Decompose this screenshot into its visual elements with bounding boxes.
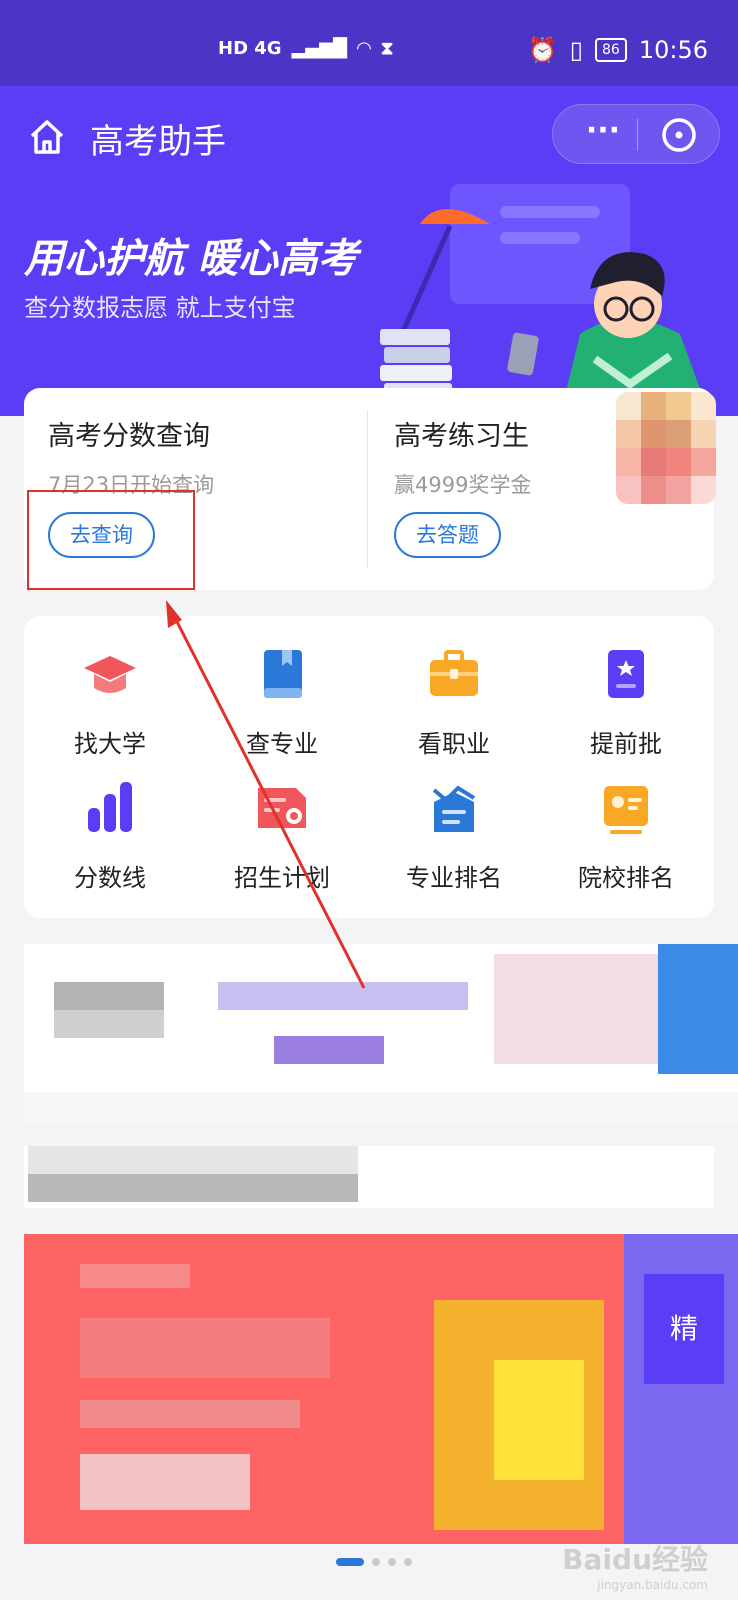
- certificate-scroll-icon: [608, 650, 644, 698]
- mini-app-capsule: ···: [552, 104, 720, 164]
- hero-banner: 高考助手 ··· 用心护航 暖心高考 查分数报志愿 就上支付宝: [0, 86, 738, 416]
- briefcase-icon: [430, 650, 478, 696]
- status-icons-right: ⏰ ▯ 86 10:56: [528, 36, 708, 64]
- mini-app-navbar: 高考助手 ···: [0, 86, 738, 186]
- watermark-brand: Baidu经验: [562, 1543, 708, 1576]
- ranking-icon: [432, 785, 476, 832]
- page-title: 高考助手: [90, 122, 226, 162]
- feature-enrollment-plan[interactable]: 招生计划: [196, 778, 368, 893]
- book-icon: [264, 650, 302, 698]
- score-query-entry[interactable]: 高考分数查询 7月23日开始查询: [48, 414, 214, 499]
- status-bar: HD 4G ▂▄▆█ ◠ ⧗ ⏰ ▯ 86 10:56: [0, 0, 738, 86]
- blurred-section-title: [24, 1146, 714, 1208]
- go-answer-button[interactable]: 去答题: [394, 512, 501, 558]
- network-indicator: HD 4G: [218, 38, 282, 59]
- wifi-icon: ◠: [356, 38, 371, 59]
- id-card-icon: [604, 786, 648, 834]
- feature-label: 专业排名: [406, 864, 502, 892]
- feature-find-major[interactable]: 查专业: [196, 644, 368, 759]
- status-icons-left: HD 4G ▂▄▆█ ◠ ⧗: [218, 38, 393, 59]
- home-icon[interactable]: [26, 116, 68, 158]
- vibrate-icon: ▯: [569, 36, 583, 64]
- card-divider: [367, 410, 368, 568]
- certificate-icon: [258, 788, 306, 828]
- promo-side-text: 精: [644, 1274, 724, 1384]
- feature-score-lines[interactable]: 分数线: [24, 778, 196, 893]
- carousel-dot: [372, 1558, 380, 1566]
- hourglass-icon: ⧗: [380, 38, 394, 59]
- practice-subtitle: 赢4999奖学金: [394, 473, 532, 497]
- practice-entry[interactable]: 高考练习生 赢4999奖学金: [394, 414, 531, 499]
- annotation-highlight-box: [27, 490, 195, 590]
- feature-school-ranking[interactable]: 院校排名: [540, 778, 712, 893]
- feature-label: 查专业: [246, 730, 318, 758]
- feature-label: 院校排名: [578, 864, 674, 892]
- carousel-dot-active: [336, 1558, 364, 1566]
- more-button[interactable]: ···: [573, 116, 633, 153]
- bar-chart-icon: [88, 782, 132, 832]
- baidu-watermark: Baidu经验 jingyan.baidu.com: [562, 1538, 708, 1592]
- blurred-mascot-image: [616, 392, 716, 504]
- carousel-dot: [404, 1558, 412, 1566]
- feature-label: 招生计划: [234, 864, 330, 892]
- carousel-dot: [388, 1558, 396, 1566]
- feature-early-admission[interactable]: 提前批: [540, 644, 712, 759]
- feature-label: 提前批: [590, 730, 662, 758]
- feature-label: 找大学: [74, 730, 146, 758]
- feature-find-university[interactable]: 找大学: [24, 644, 196, 759]
- signal-icon: ▂▄▆█: [291, 38, 347, 59]
- feature-grid: 找大学 查专业 看职业 提前批 分数线 招生计划 专业排名 院校排名: [24, 616, 714, 918]
- close-icon[interactable]: [661, 117, 697, 153]
- feature-careers[interactable]: 看职业: [368, 644, 540, 759]
- clock-time: 10:56: [638, 36, 708, 64]
- battery-indicator: 86: [595, 38, 627, 62]
- feature-label: 分数线: [74, 864, 146, 892]
- feature-major-ranking[interactable]: 专业排名: [368, 778, 540, 893]
- watermark-domain: jingyan.baidu.com: [597, 1578, 708, 1592]
- hero-subslogan: 查分数报志愿 就上支付宝: [24, 294, 296, 322]
- promo-banner[interactable]: 精: [24, 1234, 738, 1544]
- student-illustration: [380, 184, 710, 416]
- capsule-divider: [637, 119, 638, 151]
- carousel-indicator: [336, 1558, 412, 1566]
- practice-title: 高考练习生: [394, 421, 529, 452]
- hero-slogan: 用心护航 暖心高考: [24, 236, 358, 282]
- score-query-title: 高考分数查询: [48, 421, 210, 452]
- alarm-icon: ⏰: [527, 36, 558, 64]
- graduation-cap-icon: [84, 656, 136, 693]
- feature-label: 看职业: [418, 730, 490, 758]
- blurred-content-card: [24, 944, 738, 1122]
